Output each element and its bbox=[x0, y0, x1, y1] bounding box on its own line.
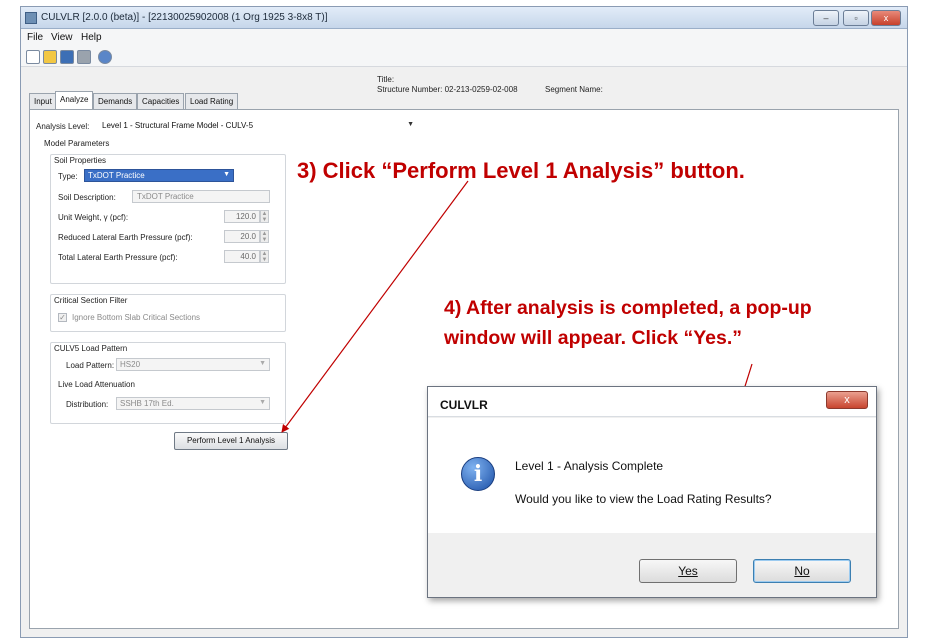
step3-annotation: 3) Click “Perform Level 1 Analysis” butt… bbox=[297, 158, 745, 183]
dialog-title-bar[interactable]: CULVLR x bbox=[428, 387, 876, 417]
dialog-close-button[interactable]: x bbox=[826, 391, 868, 409]
dialog-title: CULVLR bbox=[440, 398, 488, 412]
step4-annotation-line2: window will appear. Click “Yes.” bbox=[444, 327, 743, 349]
analysis-complete-dialog: CULVLR x i Level 1 - Analysis Complete W… bbox=[427, 386, 877, 598]
no-button[interactable]: No bbox=[753, 559, 851, 583]
step4-annotation-line1: 4) After analysis is completed, a pop-up bbox=[444, 297, 812, 319]
dialog-message-title: Level 1 - Analysis Complete bbox=[515, 459, 664, 473]
yes-button-label: Yes bbox=[678, 564, 698, 578]
yes-button[interactable]: Yes bbox=[639, 559, 737, 583]
dialog-body bbox=[428, 418, 876, 533]
dialog-message-question: Would you like to view the Load Rating R… bbox=[515, 492, 772, 506]
screenshot-stage: { "window": { "title": "CULVLR [2.0.0 (b… bbox=[0, 0, 948, 639]
no-button-label: No bbox=[794, 564, 810, 578]
info-icon: i bbox=[461, 457, 495, 491]
